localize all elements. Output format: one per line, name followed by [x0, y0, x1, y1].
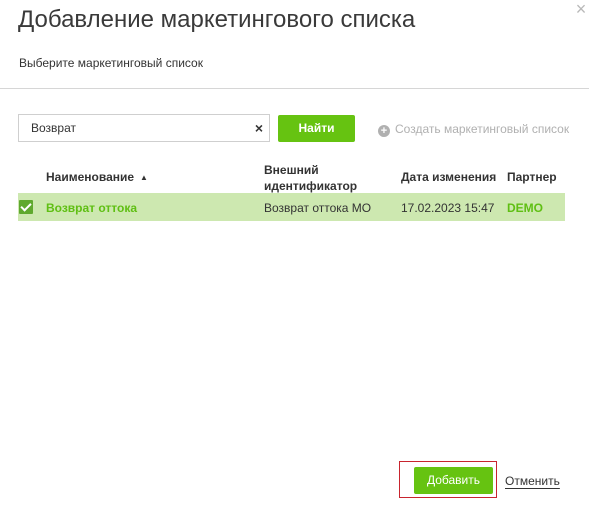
close-icon[interactable]: ×: [574, 0, 588, 18]
row-partner-link[interactable]: DEMO: [507, 201, 543, 215]
dialog-title: Добавление маркетингового списка: [18, 6, 416, 33]
column-header-name[interactable]: Наименование ▲: [46, 170, 148, 184]
create-marketing-list-link[interactable]: + Создать маркетинговый список: [378, 122, 569, 137]
divider: [0, 88, 589, 89]
table-row[interactable]: Возврат оттока Возврат оттока МО 17.02.2…: [18, 193, 565, 221]
search-input[interactable]: [19, 115, 241, 141]
row-date: 17.02.2023 15:47: [401, 201, 495, 215]
plus-circle-icon: +: [378, 125, 390, 137]
dialog-subtitle: Выберите маркетинговый список: [19, 56, 203, 70]
column-header-name-label: Наименование: [46, 170, 135, 184]
sort-ascending-icon: ▲: [140, 173, 148, 182]
column-header-external-id-line2: идентификатор: [264, 179, 358, 193]
column-header-date[interactable]: Дата изменения: [401, 170, 496, 184]
column-header-partner[interactable]: Партнер: [507, 170, 557, 184]
row-checkbox[interactable]: [19, 200, 33, 214]
row-external-id: Возврат оттока МО: [264, 201, 372, 215]
find-button[interactable]: Найти: [278, 115, 355, 142]
clear-icon[interactable]: ×: [255, 120, 263, 136]
column-header-external-id[interactable]: Внешний идентификатор: [264, 162, 357, 194]
column-header-external-id-line1: Внешний: [264, 163, 319, 177]
search-box: ×: [18, 114, 270, 142]
add-button[interactable]: Добавить: [414, 467, 493, 494]
row-name-link[interactable]: Возврат оттока: [46, 201, 137, 215]
create-marketing-list-label: Создать маркетинговый список: [395, 122, 570, 136]
cancel-link[interactable]: Отменить: [505, 474, 560, 488]
